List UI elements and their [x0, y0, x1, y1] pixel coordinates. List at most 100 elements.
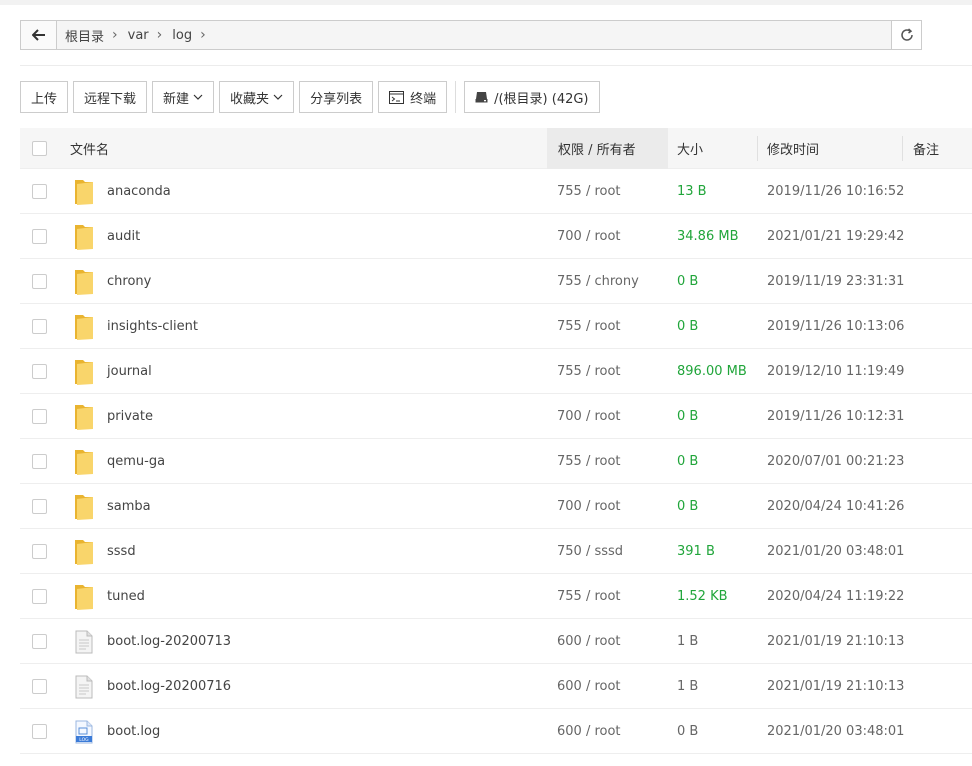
file-name-cell[interactable]: boot.log-20200716 [72, 664, 231, 709]
table-row[interactable]: anaconda 755 / root 13 B 2019/11/26 10:16:5… [20, 169, 972, 214]
row-checkbox[interactable] [32, 409, 47, 424]
size-cell: 896.00 MB [677, 364, 747, 379]
permission-cell[interactable]: 600 / root [557, 619, 621, 664]
row-checkbox[interactable] [32, 319, 47, 334]
select-all-checkbox[interactable] [32, 141, 47, 156]
table-row[interactable]: LOG boot.log 600 / root 0 B 2021/01/20 03:48… [20, 709, 972, 754]
table-row[interactable]: audit 700 / root 34.86 MB 2021/01/21 19:29:… [20, 214, 972, 259]
row-checkbox[interactable] [32, 274, 47, 289]
row-checkbox[interactable] [32, 544, 47, 559]
file-name-cell[interactable]: boot.log-20200713 [72, 619, 231, 664]
row-select-cell [32, 574, 47, 619]
permission-cell[interactable]: 755 / root [557, 349, 621, 394]
modified-time-cell: 2020/07/01 00:21:23 [767, 454, 905, 469]
table-row[interactable]: sssd 750 / sssd 391 B 2021/01/20 03:48:01 [20, 529, 972, 574]
permission-cell[interactable]: 755 / root [557, 169, 621, 214]
file-name: boot.log-20200716 [107, 679, 232, 694]
refresh-button[interactable] [891, 21, 921, 49]
upload-button[interactable]: 上传 [20, 81, 69, 113]
size-cell: 1 B [677, 634, 699, 649]
row-checkbox[interactable] [32, 364, 47, 379]
permission-cell[interactable]: 750 / sssd [557, 529, 623, 574]
table-row[interactable]: tuned 755 / root 1.52 KB 2020/04/24 11:19:2… [20, 574, 972, 619]
file-name-cell[interactable]: journal [72, 349, 152, 394]
row-select-cell [32, 439, 47, 484]
file-name-cell[interactable]: sssd [72, 529, 136, 574]
file-name-cell[interactable]: audit [72, 214, 140, 259]
terminal-label: 终端 [410, 91, 437, 107]
header-size[interactable]: 大小 [677, 128, 703, 169]
header-note-label: 备注 [913, 143, 940, 158]
permission-cell[interactable]: 755 / chrony [557, 259, 639, 304]
table-row[interactable]: journal 755 / root 896.00 MB 2019/12/10 11:… [20, 349, 972, 394]
disk-button[interactable]: /(根目录) (42G) [464, 81, 600, 113]
folder-icon [72, 178, 96, 206]
permission-cell[interactable]: 600 / root [557, 664, 621, 709]
path-bar: 根目录 › var › log › [20, 20, 922, 50]
folder-icon [72, 313, 96, 341]
terminal-icon [389, 90, 405, 104]
row-checkbox[interactable] [32, 499, 47, 514]
modified-time-cell: 2021/01/20 03:48:01 [767, 544, 905, 559]
file-name: audit [107, 229, 141, 244]
table-row[interactable]: boot.log-20200713 600 / root 1 B 2021/01/19… [20, 619, 972, 664]
breadcrumb-item-log[interactable]: log › [172, 27, 215, 43]
favorites-button[interactable]: 收藏夹 [219, 81, 295, 113]
header-note[interactable]: 备注 [913, 128, 939, 169]
arrow-left-icon [31, 29, 45, 41]
permission-cell[interactable]: 755 / root [557, 304, 621, 349]
file-name: boot.log-20200713 [107, 634, 232, 649]
row-select-cell [32, 214, 47, 259]
table-row[interactable]: insights-client 755 / root 0 B 2019/11/26 1… [20, 304, 972, 349]
top-strip [0, 0, 972, 5]
file-name-cell[interactable]: tuned [72, 574, 145, 619]
file-name-cell[interactable]: anaconda [72, 169, 171, 214]
permission-cell[interactable]: 755 / root [557, 439, 621, 484]
row-checkbox[interactable] [32, 724, 47, 739]
select-all-cell [32, 128, 47, 169]
breadcrumb-item-root[interactable]: 根目录 › [65, 26, 128, 45]
file-name-cell[interactable]: qemu-ga [72, 439, 165, 484]
permission-cell[interactable]: 755 / root [557, 574, 621, 619]
size-cell: 0 B [677, 274, 699, 289]
file-name-cell[interactable]: private [72, 394, 153, 439]
file-name-cell[interactable]: chrony [72, 259, 151, 304]
row-checkbox[interactable] [32, 634, 47, 649]
size-cell: 0 B [677, 724, 699, 739]
row-checkbox[interactable] [32, 679, 47, 694]
row-checkbox[interactable] [32, 184, 47, 199]
folder-icon [72, 493, 96, 521]
chevron-right-icon: › [200, 27, 206, 43]
row-checkbox[interactable] [32, 589, 47, 604]
row-checkbox[interactable] [32, 454, 47, 469]
header-perm-label: 权限 / 所有者 [558, 143, 636, 158]
back-button[interactable] [21, 21, 57, 49]
row-checkbox[interactable] [32, 229, 47, 244]
file-name-cell[interactable]: samba [72, 484, 151, 529]
permission-cell[interactable]: 700 / root [557, 214, 621, 259]
permission-cell[interactable]: 600 / root [557, 709, 621, 754]
header-perm[interactable]: 权限 / 所有者 [547, 128, 668, 169]
file-name-cell[interactable]: LOG boot.log [72, 709, 160, 754]
terminal-button[interactable]: 终端 [378, 81, 448, 113]
modified-time-cell: 2021/01/19 21:10:13 [767, 679, 905, 694]
permission-cell[interactable]: 700 / root [557, 394, 621, 439]
header-mtime[interactable]: 修改时间 [767, 128, 819, 169]
file-name-cell[interactable]: insights-client [72, 304, 198, 349]
share-list-label: 分享列表 [310, 91, 363, 107]
modified-time-cell: 2019/11/19 23:31:31 [767, 274, 905, 289]
table-row[interactable]: chrony 755 / chrony 0 B 2019/11/19 23:31:31 [20, 259, 972, 304]
new-button[interactable]: 新建 [152, 81, 215, 113]
table-row[interactable]: boot.log-20200716 600 / root 1 B 2021/01/19… [20, 664, 972, 709]
table-row[interactable]: qemu-ga 755 / root 0 B 2020/07/01 00:21:23 [20, 439, 972, 484]
table-row[interactable]: private 700 / root 0 B 2019/11/26 10:12:31 [20, 394, 972, 439]
modified-time-cell: 2021/01/19 21:10:13 [767, 634, 905, 649]
remote-download-button[interactable]: 远程下载 [73, 81, 148, 113]
table-row[interactable]: samba 700 / root 0 B 2020/04/24 10:41:26 [20, 484, 972, 529]
header-name[interactable]: 文件名 [70, 128, 109, 169]
share-list-button[interactable]: 分享列表 [299, 81, 374, 113]
permission-cell[interactable]: 700 / root [557, 484, 621, 529]
breadcrumb-item-var[interactable]: var › [128, 27, 173, 43]
row-select-cell [32, 664, 47, 709]
divider [20, 65, 972, 66]
